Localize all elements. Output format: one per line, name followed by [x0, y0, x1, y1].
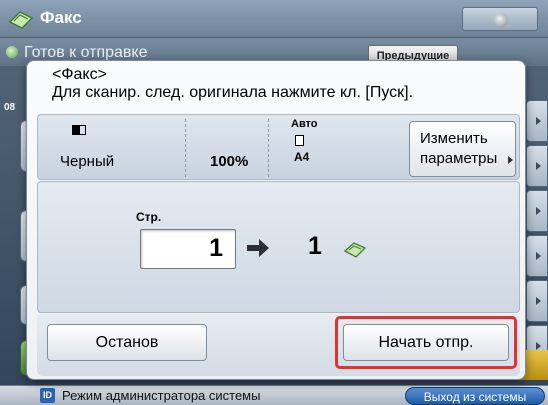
- paper-icon: [295, 135, 304, 146]
- scale-label: 100%: [210, 153, 249, 170]
- right-arrow-button-2[interactable]: [526, 145, 548, 187]
- logout-button[interactable]: Выход из системы: [405, 387, 545, 405]
- right-arrow-button-4[interactable]: [526, 235, 548, 277]
- right-arrow-button-5[interactable]: [526, 280, 548, 322]
- paper-size-label: А4: [294, 150, 310, 164]
- divider: [185, 119, 186, 177]
- arrow-right-icon: [247, 239, 269, 257]
- dialog-title: <Факс>: [52, 66, 107, 83]
- dialog-message: Для сканир. след. оригинала нажмите кл. …: [52, 84, 414, 101]
- change-settings-button[interactable]: Изменить параметры: [409, 121, 516, 177]
- settings-info-bar: Черный 100% Авто А4 Изменить параметры: [37, 114, 520, 180]
- row-number: 08: [4, 102, 16, 113]
- window-menu-button[interactable]: [462, 7, 538, 31]
- right-arrow-button-3[interactable]: [526, 190, 548, 232]
- change-settings-label-1: Изменить: [420, 130, 488, 147]
- fax-icon: [8, 11, 34, 29]
- app-title: Факс: [40, 8, 82, 27]
- fax-dialog: <Факс> Для сканир. след. оригинала нажми…: [26, 60, 526, 380]
- fax-icon: [344, 242, 366, 258]
- pages-current-value: 1: [209, 234, 223, 262]
- pages-label: Стр.: [136, 210, 162, 224]
- admin-id-icon: ID: [40, 388, 55, 403]
- start-send-button[interactable]: Начать отпр.: [343, 324, 509, 361]
- black-color-icon: [72, 125, 86, 135]
- chevron-right-icon: [508, 156, 513, 164]
- change-settings-label-2: параметры: [420, 150, 498, 167]
- status-icon: [6, 46, 18, 58]
- pages-sent-value: 1: [308, 232, 322, 260]
- globe-icon: [494, 13, 508, 27]
- stop-button[interactable]: Останов: [47, 324, 207, 361]
- pages-current-box: 1: [140, 229, 236, 269]
- pages-panel: Стр. 1 1: [37, 181, 520, 313]
- right-arrow-button-1[interactable]: [526, 100, 548, 142]
- admin-mode-text: Режим администратора системы: [62, 388, 261, 403]
- paper-auto-label: Авто: [291, 118, 318, 130]
- color-mode-label: Черный: [60, 153, 115, 170]
- divider: [268, 119, 269, 177]
